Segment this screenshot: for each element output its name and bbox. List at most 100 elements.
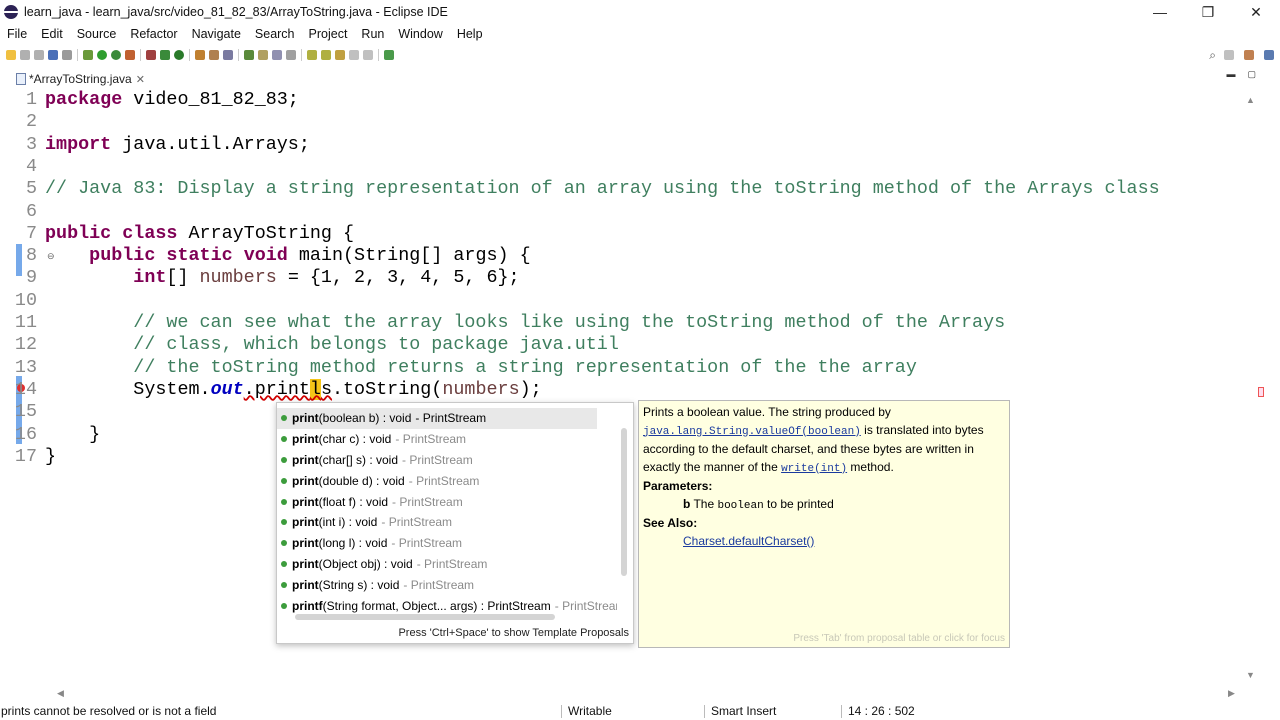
code-line: 3 import java.util.Arrays;: [25, 133, 310, 155]
close-button[interactable]: ✕: [1232, 0, 1280, 24]
tab-label: *ArrayToString.java: [29, 72, 132, 86]
menu-refactor[interactable]: Refactor: [123, 24, 184, 44]
maximize-button[interactable]: ❐: [1184, 0, 1232, 24]
back-icon[interactable]: [349, 50, 359, 60]
maximize-editor-icon[interactable]: ▢: [1247, 69, 1256, 80]
tab-close-icon[interactable]: ✕: [136, 73, 145, 86]
public-method-icon: [281, 415, 287, 422]
show-whitespace-icon[interactable]: [286, 50, 296, 60]
default-charset-link[interactable]: Charset.defaultCharset(): [683, 534, 814, 548]
toolbar-separator: [238, 49, 239, 61]
code-line: 13 // the toString method returns a stri…: [14, 356, 917, 378]
scroll-up-arrow-icon[interactable]: ▲: [1246, 95, 1255, 105]
search-icon[interactable]: ⌕: [1209, 48, 1216, 63]
prev-annotation-icon[interactable]: [321, 50, 331, 60]
public-method-icon: [281, 540, 287, 547]
menu-window[interactable]: Window: [391, 24, 449, 44]
javadoc-focus-hint: Press 'Tab' from proposal table or click…: [793, 632, 1005, 644]
proposal-item[interactable]: print (double d) : void - PrintStream: [277, 470, 617, 491]
proposal-vertical-scrollbar[interactable]: [621, 428, 627, 576]
code-line: 2: [25, 111, 37, 133]
minimize-button[interactable]: —: [1136, 0, 1184, 24]
terminal-icon[interactable]: [48, 50, 58, 60]
menu-help[interactable]: Help: [450, 24, 490, 44]
menu-source[interactable]: Source: [70, 24, 124, 44]
menu-file[interactable]: File: [0, 24, 34, 44]
template-proposals-hint: Press 'Ctrl+Space' to show Template Prop…: [398, 627, 629, 639]
public-method-icon: [281, 602, 287, 609]
code-line: 6: [25, 200, 37, 222]
proposal-item[interactable]: print (char c) : void - PrintStream: [277, 429, 617, 450]
proposal-item[interactable]: print (boolean b) : void - PrintStream: [277, 408, 597, 429]
toggle-mark-icon[interactable]: [244, 50, 254, 60]
code-line: 7 public class ArrayToString {: [25, 222, 355, 244]
status-cursor-position: 14 : 26 : 502: [848, 704, 915, 718]
scroll-right-arrow-icon[interactable]: ▶: [1228, 688, 1235, 699]
external-tools-icon[interactable]: [125, 50, 135, 60]
menu-project[interactable]: Project: [302, 24, 355, 44]
javadoc-popup[interactable]: Prints a boolean value. The string produ…: [638, 400, 1010, 648]
proposal-item[interactable]: print (String s) : void - PrintStream: [277, 574, 617, 595]
proposal-list[interactable]: print (boolean b) : void - PrintStream pri…: [277, 408, 617, 613]
menu-run[interactable]: Run: [354, 24, 391, 44]
toolbar-separator: [77, 49, 78, 61]
toolbar-separator: [140, 49, 141, 61]
debug-icon[interactable]: [83, 50, 93, 60]
menu-edit[interactable]: Edit: [34, 24, 70, 44]
proposal-item[interactable]: print (Object obj) : void - PrintStream: [277, 554, 617, 575]
status-insert-mode[interactable]: Smart Insert: [711, 703, 776, 720]
last-edit-icon[interactable]: [335, 50, 345, 60]
save-icon[interactable]: [20, 50, 30, 60]
menu-search[interactable]: Search: [248, 24, 302, 44]
java-perspective-icon[interactable]: [1264, 50, 1274, 60]
menu-navigate[interactable]: Navigate: [185, 24, 248, 44]
skip-breakpoints-icon[interactable]: [62, 50, 72, 60]
new-icon[interactable]: [6, 50, 16, 60]
write-link[interactable]: write(int): [781, 460, 847, 475]
proposal-horizontal-scrollbar[interactable]: [295, 614, 555, 620]
open-type-icon[interactable]: [195, 50, 205, 60]
java-file-icon: [16, 73, 26, 85]
java-ee-perspective-icon[interactable]: [1244, 50, 1254, 60]
window-title: learn_java - learn_java/src/video_81_82_…: [24, 5, 448, 19]
public-method-icon: [281, 560, 287, 567]
tab-array-to-string[interactable]: *ArrayToString.java ✕: [16, 69, 145, 89]
parameter-entry: b The boolean to be printed: [683, 496, 834, 512]
public-method-icon: [281, 581, 287, 588]
pin-editor-icon[interactable]: [384, 50, 394, 60]
minimize-editor-icon[interactable]: ▬: [1226, 69, 1235, 80]
open-task-icon[interactable]: [209, 50, 219, 60]
valueof-link[interactable]: java.lang.String.valueOf(boolean): [643, 423, 861, 438]
next-annotation-icon[interactable]: [307, 50, 317, 60]
code-line: 8 public static void main(String[] args)…: [25, 245, 531, 267]
eclipse-logo-icon: [4, 5, 18, 19]
public-method-icon: [281, 477, 287, 484]
toggle-block-icon[interactable]: [272, 50, 282, 60]
new-java-project-icon[interactable]: [146, 50, 156, 60]
scroll-left-arrow-icon[interactable]: ◀: [57, 688, 64, 699]
run-icon[interactable]: [97, 50, 107, 60]
coverage-icon[interactable]: [111, 50, 121, 60]
scroll-down-arrow-icon[interactable]: ▼: [1246, 670, 1255, 680]
error-token[interactable]: .printls: [244, 378, 332, 400]
code-line: 5// Java 83: Display a string representa…: [25, 178, 1160, 200]
toggle-highlight-icon[interactable]: [258, 50, 268, 60]
new-package-icon[interactable]: [160, 50, 170, 60]
save-all-icon[interactable]: [34, 50, 44, 60]
new-class-icon[interactable]: [174, 50, 184, 60]
forward-icon[interactable]: [363, 50, 373, 60]
proposal-item[interactable]: print (char[] s) : void - PrintStream: [277, 450, 617, 471]
status-error-message: prints cannot be resolved or is not a fi…: [1, 704, 217, 718]
code-line-current: 14 System.out.printls.toString(numbers);: [14, 378, 542, 400]
search-tool-icon[interactable]: [223, 50, 233, 60]
open-perspective-icon[interactable]: [1224, 50, 1234, 60]
toolbar-separator: [378, 49, 379, 61]
code-editor[interactable]: ⊖ 1 package video_81_82_83; 2 3 import jav…: [0, 89, 1268, 685]
content-assist-popup: print (boolean b) : void - PrintStream pri…: [276, 402, 634, 644]
proposal-item[interactable]: print (long l) : void - PrintStream: [277, 533, 617, 554]
proposal-item[interactable]: print (int i) : void - PrintStream: [277, 512, 617, 533]
proposal-item[interactable]: printf (String format, Object... args) : …: [277, 595, 617, 613]
code-line: 4: [25, 155, 37, 177]
toolbar-separator: [189, 49, 190, 61]
proposal-item[interactable]: print (float f) : void - PrintStream: [277, 491, 617, 512]
